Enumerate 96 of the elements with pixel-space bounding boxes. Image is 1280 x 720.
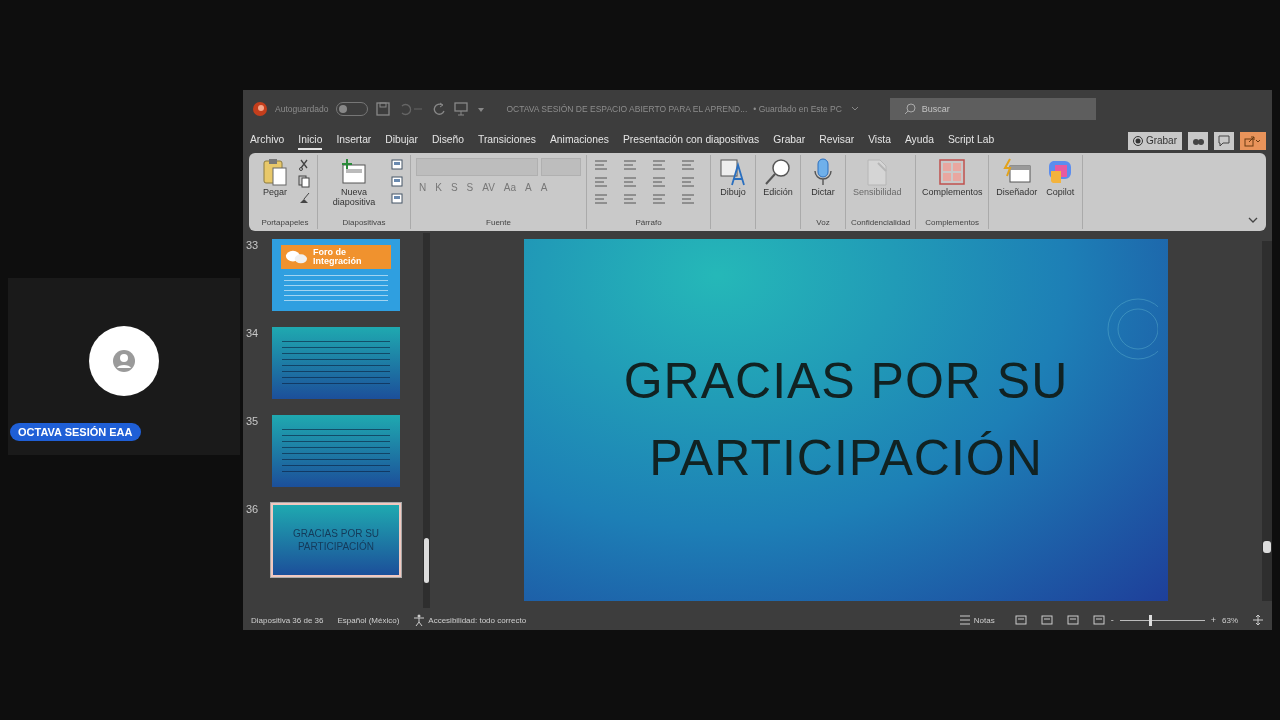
speech-bubbles-icon xyxy=(285,249,308,265)
ribbon-button[interactable]: Edición xyxy=(761,155,795,199)
group-label: Portapapeles xyxy=(260,218,310,229)
menu-tab[interactable]: Animaciones xyxy=(550,131,609,150)
slide-sorter-button[interactable] xyxy=(1040,615,1053,625)
menu-tab[interactable]: Dibujar xyxy=(385,131,418,150)
zoom-out-button[interactable]: - xyxy=(1110,615,1114,625)
group-label: Diapositivas xyxy=(341,218,387,229)
slide-number: 34 xyxy=(246,327,260,341)
group-label: Párrafo xyxy=(634,218,663,229)
reading-view-button[interactable] xyxy=(1066,615,1079,625)
notes-button[interactable]: Notas xyxy=(952,614,1001,626)
font-name-field[interactable] xyxy=(416,158,538,176)
collapse-ribbon-icon[interactable] xyxy=(1248,217,1258,225)
lines-icon xyxy=(681,193,695,205)
view-icon xyxy=(1092,615,1105,625)
menu-tab[interactable]: Archivo xyxy=(250,131,285,150)
accessibility-icon xyxy=(413,614,426,626)
ribbon-button[interactable]: Complementos xyxy=(921,155,984,199)
slideshow-button[interactable] xyxy=(1092,615,1105,625)
menu-tab[interactable]: Diseño xyxy=(431,131,464,150)
menu-tab[interactable]: Script Lab xyxy=(947,131,995,150)
clipboard-icon xyxy=(260,157,290,187)
lines-icon xyxy=(652,176,666,188)
slide-heading: Foro de Integración xyxy=(312,248,363,266)
slide-title: GRACIAS POR SU PARTICIPACIÓN xyxy=(291,527,381,553)
participant-name: OCTAVA SESIÓN EAA xyxy=(10,423,141,441)
ribbon-button[interactable]: Dictar xyxy=(806,155,840,199)
scrollbar[interactable] xyxy=(423,233,430,608)
menu-tab[interactable]: Grabar xyxy=(773,131,806,150)
ribbon-button[interactable]: Diseñador xyxy=(994,155,1040,199)
grid-icon xyxy=(937,157,968,187)
slide-thumbnail[interactable] xyxy=(272,327,400,399)
search-icon xyxy=(903,103,916,115)
document-title: OCTAVA SESIÓN DE ESPACIO ABIERTO PARA EL APREND... xyxy=(506,104,748,114)
redo-icon[interactable] xyxy=(432,102,447,116)
share-button[interactable] xyxy=(1240,131,1266,150)
menu-tab[interactable]: Ayuda xyxy=(904,131,934,150)
slide-thumbnail[interactable] xyxy=(272,415,400,487)
record-button[interactable]: Grabar xyxy=(1127,131,1182,150)
menu-tab[interactable]: Vista xyxy=(868,131,891,150)
normal-view-button[interactable] xyxy=(1014,615,1027,625)
lines-icon xyxy=(623,159,637,171)
ribbon-button[interactable]: Copilot xyxy=(1043,155,1078,199)
search-field[interactable]: Buscar xyxy=(889,98,1096,120)
person-icon xyxy=(112,349,136,373)
group-label: Confidencialidad xyxy=(851,218,911,229)
new-slide-icon xyxy=(339,157,369,187)
lines-icon xyxy=(652,193,666,205)
camera-button[interactable] xyxy=(1188,131,1208,150)
menu-tab[interactable]: Insertar xyxy=(336,131,372,150)
lines-icon xyxy=(652,159,666,171)
lines-icon xyxy=(594,176,608,188)
slider-thumb[interactable] xyxy=(1149,614,1153,626)
menu-tab[interactable]: Inicio xyxy=(298,131,323,150)
ribbon-button[interactable]: Dibujo xyxy=(716,155,750,199)
ribbon-button[interactable]: Pegar xyxy=(258,155,292,199)
share-icon xyxy=(1244,134,1262,147)
view-icon xyxy=(1066,615,1079,625)
zoom-in-button[interactable]: + xyxy=(1210,615,1216,625)
slide-title: GRACIAS POR SU PARTICIPACIÓN xyxy=(622,351,1070,488)
group-label: Voz xyxy=(815,218,831,229)
lines-icon xyxy=(681,176,695,188)
menu-tab[interactable]: Transiciones xyxy=(478,131,536,150)
accessibility-status[interactable]: Accesibilidad: todo correcto xyxy=(413,614,527,626)
view-icon xyxy=(1040,615,1053,625)
view-icon xyxy=(1014,615,1027,625)
menu-tab[interactable]: Presentación con diapositivas xyxy=(622,131,760,150)
lines-icon xyxy=(594,159,608,171)
shape-icon xyxy=(718,157,748,187)
zoom-level[interactable]: 63% xyxy=(1222,615,1238,625)
comment-button[interactable] xyxy=(1214,131,1234,150)
comment-icon xyxy=(1218,134,1230,147)
slide-counter: Diapositiva 36 de 36 xyxy=(251,615,324,625)
presentation-icon[interactable] xyxy=(454,102,469,116)
lines-icon xyxy=(623,193,637,205)
record-icon xyxy=(1132,135,1143,146)
language-status[interactable]: Español (México) xyxy=(337,615,400,625)
notes-icon xyxy=(958,615,971,625)
group-label: Complementos xyxy=(924,218,981,229)
menu-tab[interactable]: Revisar xyxy=(819,131,855,150)
slide-number: 36 xyxy=(246,503,260,517)
scrollbar[interactable] xyxy=(1262,241,1272,601)
ribbon-button[interactable]: Nueva diapositiva xyxy=(323,155,385,209)
slide-number: 33 xyxy=(246,239,260,253)
app-logo-icon xyxy=(253,102,267,116)
lines-icon xyxy=(623,176,637,188)
lines-icon xyxy=(681,159,695,171)
autosave-label: Autoguardado xyxy=(275,104,329,114)
slide-number: 35 xyxy=(246,415,260,429)
fit-slide-icon[interactable] xyxy=(1252,614,1264,626)
magnifier-icon xyxy=(763,157,793,187)
font-size-field[interactable] xyxy=(541,158,581,176)
group-label: Fuente xyxy=(485,218,512,229)
lines-icon xyxy=(594,193,608,205)
save-icon[interactable] xyxy=(376,102,391,116)
